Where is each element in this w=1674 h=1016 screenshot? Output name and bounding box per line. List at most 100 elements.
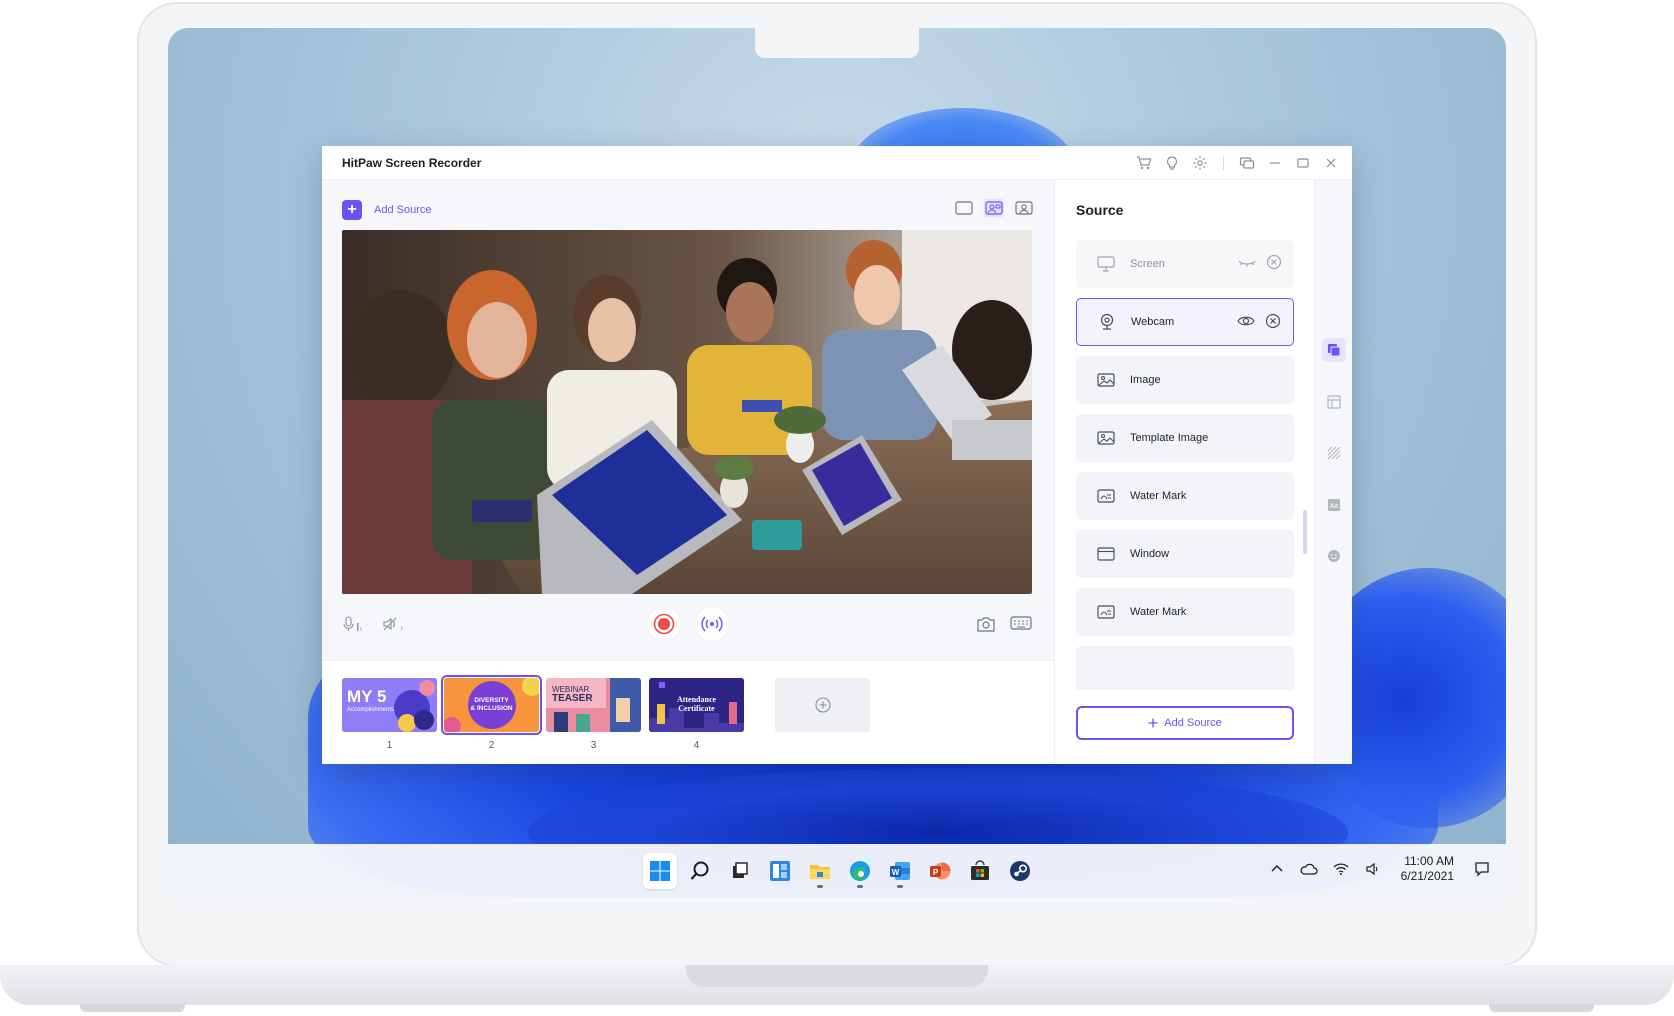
source-item-partial[interactable] <box>1076 646 1294 690</box>
scene-subtitle: & INCLUSION <box>470 705 513 712</box>
source-list: Screen Webcam Image Template Image Water… <box>1076 240 1294 690</box>
scene-thumbnail[interactable]: WEBINAR TEASER <box>546 678 641 732</box>
onedrive-icon[interactable] <box>1299 859 1319 879</box>
layout-icon[interactable] <box>1322 390 1346 414</box>
source-actions <box>1238 254 1282 275</box>
scene-subtitle: Accomplishments <box>347 707 395 713</box>
laptop-hinge <box>686 965 988 987</box>
scene-subtitle: Certificate <box>678 704 715 713</box>
image-icon <box>1096 370 1116 390</box>
add-scene-button[interactable] <box>775 678 870 732</box>
add-source-bottom-button[interactable]: Add Source <box>1076 706 1294 740</box>
taskbar-apps: W P <box>643 853 1037 889</box>
plus-icon: + <box>342 200 362 220</box>
scene-number: 4 <box>693 740 700 751</box>
clock-date: 6/21/2021 <box>1400 869 1454 883</box>
svg-text:P: P <box>933 868 939 877</box>
scene-number: 3 <box>590 740 597 751</box>
notification-icon[interactable] <box>1472 859 1492 879</box>
layout-webcam-icon[interactable] <box>1014 199 1034 217</box>
record-button[interactable] <box>647 607 681 641</box>
source-item-window[interactable]: Window <box>1076 530 1294 578</box>
speaker-muted-icon[interactable] <box>382 616 406 637</box>
camera-icon[interactable] <box>976 615 996 638</box>
camera-notch <box>755 28 919 58</box>
audio-controls <box>342 616 406 637</box>
scene-thumbnail[interactable]: DIVERSITY & INCLUSION <box>441 675 542 735</box>
scene-title: 5 <box>376 687 387 706</box>
sticker-icon[interactable] <box>1322 544 1346 568</box>
start-icon[interactable] <box>643 853 677 889</box>
source-label: Window <box>1130 548 1170 560</box>
sources-icon[interactable] <box>1322 338 1346 362</box>
source-item-watermark[interactable]: Water Mark <box>1076 472 1294 520</box>
titlebar: HitPaw Screen Recorder <box>322 146 1352 180</box>
laptop-foot-left <box>80 1004 185 1012</box>
source-label: Screen <box>1130 258 1165 270</box>
minimize-icon[interactable] <box>1266 154 1284 172</box>
source-item-template-image[interactable]: Template Image <box>1076 414 1294 462</box>
source-scrollbar[interactable] <box>1303 510 1307 554</box>
source-item-screen[interactable]: Screen <box>1076 240 1294 288</box>
search-icon[interactable] <box>683 853 717 889</box>
steam-icon[interactable] <box>1003 853 1037 889</box>
task-view-icon[interactable] <box>723 853 757 889</box>
maximize-icon[interactable] <box>1294 154 1312 172</box>
scene-strip: MY 5 Accomplishments 1 DIVERSITY & INCLU… <box>322 660 1054 764</box>
scene-thumbnail[interactable]: MY 5 Accomplishments <box>342 678 437 732</box>
powerpoint-icon[interactable]: P <box>923 853 957 889</box>
system-tray: 11:00 AM 6/21/2021 <box>1267 854 1492 884</box>
capture-controls <box>976 615 1032 638</box>
add-circle-icon <box>814 697 831 713</box>
file-explorer-icon[interactable] <box>803 853 837 889</box>
layout-switcher <box>954 199 1034 217</box>
add-source-bottom-label: Add Source <box>1164 717 1222 729</box>
layout-screen-webcam-icon[interactable] <box>984 199 1004 217</box>
monitor-icon <box>1096 254 1116 274</box>
close-icon[interactable] <box>1322 154 1340 172</box>
store-icon[interactable] <box>963 853 997 889</box>
source-item-watermark[interactable]: Water Mark <box>1076 588 1294 636</box>
microphone-icon[interactable] <box>342 616 364 637</box>
source-label: Template Image <box>1130 432 1209 444</box>
webcam-preview <box>342 230 1032 594</box>
add-source-button[interactable]: + Add Source <box>342 200 431 220</box>
source-label: Image <box>1130 374 1161 386</box>
gear-icon[interactable] <box>1191 154 1209 172</box>
add-source-label: Add Source <box>374 204 432 216</box>
feedback-icon[interactable] <box>1238 154 1256 172</box>
source-actions <box>1237 313 1281 334</box>
scene-thumbnail[interactable]: Attendance Certificate <box>649 678 744 732</box>
wifi-icon[interactable] <box>1331 859 1351 879</box>
taskbar: W P 11:00 AM 6/21/2021 <box>168 844 1506 898</box>
watermark-icon <box>1096 602 1116 622</box>
source-item-image[interactable]: Image <box>1076 356 1294 404</box>
text-icon[interactable]: Aa <box>1322 493 1346 517</box>
source-panel: Source Screen Webcam Image Template Imag… <box>1054 180 1314 764</box>
keyboard-icon[interactable] <box>1010 615 1032 638</box>
clock[interactable]: 11:00 AM 6/21/2021 <box>1401 854 1454 884</box>
word-icon[interactable]: W <box>883 853 917 889</box>
bulb-icon[interactable] <box>1163 154 1181 172</box>
scene-title: MY <box>347 687 373 706</box>
widgets-icon[interactable] <box>763 853 797 889</box>
background-icon[interactable] <box>1322 441 1346 465</box>
live-stream-button[interactable] <box>695 607 729 641</box>
source-label: Water Mark <box>1130 606 1187 618</box>
eye-closed-icon[interactable] <box>1238 254 1256 275</box>
cart-icon[interactable] <box>1135 154 1153 172</box>
remove-icon[interactable] <box>1266 254 1282 275</box>
volume-icon[interactable] <box>1363 859 1383 879</box>
app-window: HitPaw Screen Recorder + Add Source MY 5… <box>322 146 1352 764</box>
eye-icon[interactable] <box>1237 313 1255 334</box>
tool-rail: Aa <box>1314 180 1352 764</box>
scene-title: Attendance <box>676 695 717 704</box>
chevron-up-icon[interactable] <box>1267 859 1287 879</box>
record-controls <box>647 607 729 641</box>
edge-icon[interactable] <box>843 853 877 889</box>
scene-number: 2 <box>488 740 495 751</box>
webcam-icon <box>1097 312 1117 332</box>
layout-screen-icon[interactable] <box>954 199 974 217</box>
source-item-webcam[interactable]: Webcam <box>1076 298 1294 346</box>
remove-icon[interactable] <box>1265 313 1281 334</box>
